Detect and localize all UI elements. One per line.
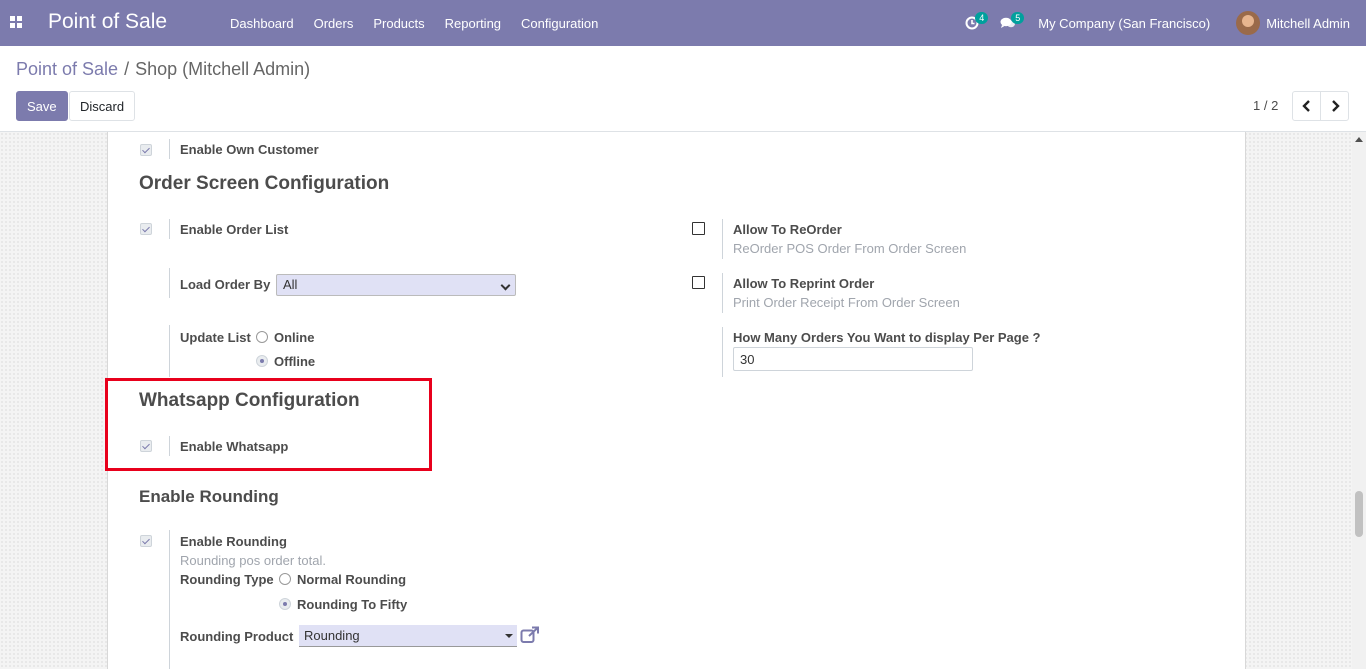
app-brand[interactable]: Point of Sale	[48, 10, 167, 34]
field-divider	[722, 327, 723, 377]
rounding-type-label: Rounding Type	[180, 572, 274, 587]
caret-down-icon	[505, 634, 513, 638]
breadcrumb-current: Shop (Mitchell Admin)	[135, 59, 311, 79]
menu-dashboard[interactable]: Dashboard	[220, 16, 304, 31]
breadcrumb-separator: /	[124, 59, 130, 79]
allow-reprint-checkbox[interactable]	[692, 276, 705, 289]
load-order-by-select[interactable]: All	[276, 274, 516, 296]
orders-per-page-label: How Many Orders You Want to display Per …	[733, 330, 1041, 345]
rounding-label: Enable Rounding	[180, 534, 287, 549]
messages-button[interactable]: 5	[990, 0, 1026, 46]
menu-orders[interactable]: Orders	[304, 16, 364, 31]
company-switcher[interactable]: My Company (San Francisco)	[1038, 16, 1210, 31]
rounding-type-normal-radio[interactable]	[279, 573, 291, 585]
pager-next-button[interactable]	[1320, 91, 1349, 121]
rounding-type-normal-label: Normal Rounding	[297, 572, 407, 587]
rounding-help: Rounding pos order total.	[180, 553, 326, 568]
form-view: Enable Own Customer Order Screen Configu…	[0, 131, 1366, 669]
external-link-icon[interactable]	[520, 626, 540, 644]
order-screen-section-title: Order Screen Configuration	[139, 173, 390, 194]
rounding-section-title: Enable Rounding	[139, 487, 279, 506]
update-list-label: Update List	[180, 330, 251, 345]
scroll-up-arrow-icon[interactable]	[1355, 137, 1363, 142]
own-customer-checkbox[interactable]	[140, 144, 152, 156]
activity-button[interactable]: 4	[954, 0, 990, 46]
rounding-product-label: Rounding Product	[180, 629, 294, 644]
scrollbar[interactable]	[1352, 132, 1366, 669]
allow-reprint-help: Print Order Receipt From Order Screen	[733, 295, 960, 310]
allow-reprint-label: Allow To Reprint Order	[733, 276, 875, 291]
update-list-offline-radio[interactable]	[256, 355, 268, 367]
menu-products[interactable]: Products	[363, 16, 434, 31]
order-list-checkbox[interactable]	[140, 223, 152, 235]
user-menu[interactable]: Mitchell Admin	[1236, 11, 1350, 35]
own-customer-label: Enable Own Customer	[180, 142, 319, 157]
rounding-checkbox[interactable]	[140, 535, 152, 547]
field-divider	[722, 273, 723, 313]
field-divider	[169, 530, 170, 669]
systray: 4 5 My Company (San Francisco) Mitchell …	[954, 0, 1366, 46]
field-divider	[169, 139, 170, 159]
user-name: Mitchell Admin	[1266, 15, 1350, 31]
highlight-box	[105, 378, 432, 471]
scrollbar-thumb[interactable]	[1355, 491, 1363, 537]
rounding-product-field[interactable]: Rounding	[299, 625, 517, 647]
main-menu: Dashboard Orders Products Reporting Conf…	[220, 0, 608, 46]
rounding-product-value: Rounding	[304, 628, 360, 643]
pager-value[interactable]: 1 / 2	[1253, 98, 1278, 113]
field-divider	[169, 268, 170, 298]
menu-configuration[interactable]: Configuration	[511, 16, 608, 31]
update-list-online-radio[interactable]	[256, 331, 268, 343]
rounding-type-fifty-radio[interactable]	[279, 598, 291, 610]
field-divider	[722, 219, 723, 259]
activity-count-badge: 4	[975, 12, 989, 24]
orders-per-page-input[interactable]: 30	[733, 347, 973, 371]
discard-button[interactable]: Discard	[69, 91, 136, 121]
breadcrumb-parent[interactable]: Point of Sale	[16, 59, 118, 79]
chevron-down-icon	[500, 280, 511, 291]
field-divider	[169, 219, 170, 239]
allow-reorder-checkbox[interactable]	[692, 222, 705, 235]
allow-reorder-label: Allow To ReOrder	[733, 222, 842, 237]
pager-previous-button[interactable]	[1292, 91, 1321, 121]
load-order-by-label: Load Order By	[180, 277, 271, 292]
order-list-label: Enable Order List	[180, 222, 289, 237]
field-divider	[169, 325, 170, 377]
form-sheet: Enable Own Customer Order Screen Configu…	[105, 132, 1246, 669]
update-list-offline-label: Offline	[274, 354, 316, 369]
breadcrumb: Point of Sale / Shop (Mitchell Admin)	[16, 59, 310, 80]
rounding-type-fifty-label: Rounding To Fifty	[297, 597, 408, 612]
update-list-online-label: Online	[274, 330, 315, 345]
top-navbar: Point of Sale Dashboard Orders Products …	[0, 0, 1366, 46]
chevron-right-icon	[1331, 100, 1340, 112]
chevron-left-icon	[1301, 100, 1310, 112]
save-button[interactable]: Save	[16, 91, 68, 121]
avatar	[1236, 11, 1261, 35]
menu-reporting[interactable]: Reporting	[435, 16, 511, 31]
apps-menu-icon[interactable]	[10, 16, 22, 28]
message-count-badge: 5	[1011, 12, 1025, 24]
allow-reorder-help: ReOrder POS Order From Order Screen	[733, 241, 967, 256]
load-order-by-value: All	[283, 277, 298, 292]
